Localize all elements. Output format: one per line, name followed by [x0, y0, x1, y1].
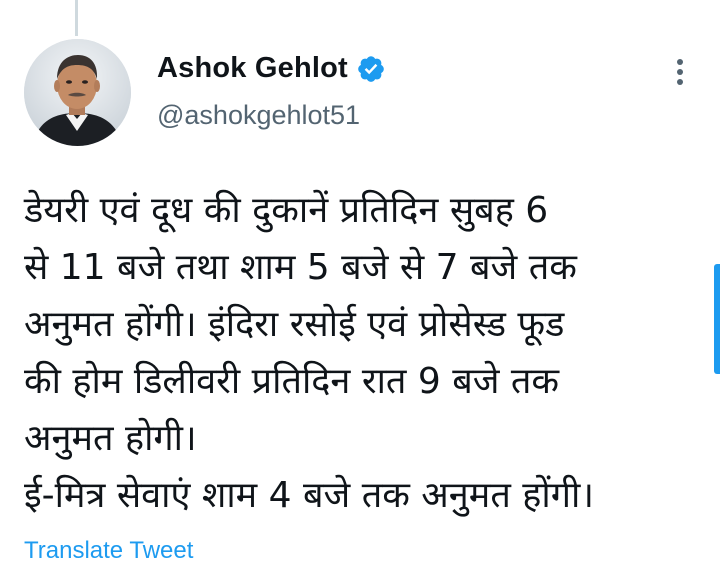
more-vertical-icon [677, 59, 683, 85]
author-name-row: Ashok Gehlot [157, 52, 386, 85]
scrollbar-thumb[interactable] [714, 264, 720, 374]
translate-tweet-link[interactable]: Translate Tweet [24, 537, 193, 565]
tweet-body-text: डेयरी एवं दूध की दुकानें प्रतिदिन सुबह 6… [24, 190, 594, 516]
avatar[interactable] [24, 39, 131, 146]
more-options-button[interactable] [666, 54, 694, 90]
profile-photo-icon [24, 39, 131, 146]
thread-connector-line [75, 0, 78, 36]
tweet-detail: Ashok Gehlot @ashokgehlot51 डेयरी एवं दू… [0, 0, 720, 588]
author-handle[interactable]: @ashokgehlot51 [157, 100, 360, 131]
author-display-name[interactable]: Ashok Gehlot [157, 52, 348, 85]
verified-badge-icon [356, 54, 386, 84]
